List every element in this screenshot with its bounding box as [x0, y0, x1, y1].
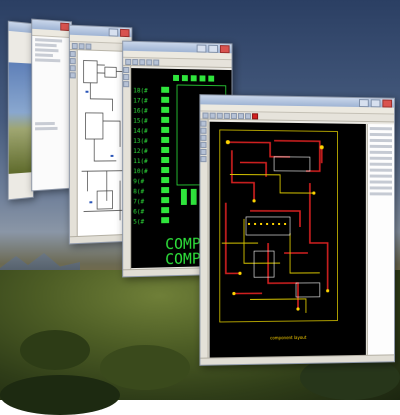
tool-icon[interactable]	[200, 156, 207, 163]
tool-icon[interactable]	[69, 50, 76, 58]
tree-item[interactable]	[35, 43, 57, 48]
layer-row[interactable]	[369, 144, 393, 149]
tool-icon[interactable]	[200, 141, 207, 148]
close-button[interactable]	[382, 99, 393, 108]
tool-icon[interactable]	[69, 65, 76, 72]
tree-item[interactable]	[35, 121, 55, 126]
layer-row[interactable]	[369, 156, 393, 160]
board-label: component layout	[270, 334, 307, 341]
tree-item[interactable]	[35, 38, 63, 43]
pcb-canvas[interactable]: component layout	[209, 121, 366, 358]
svg-text:9(#: 9(#	[133, 178, 144, 185]
svg-text:12(#: 12(#	[133, 148, 148, 155]
window-file-tree[interactable]	[31, 18, 73, 192]
svg-text:5(#: 5(#	[133, 218, 144, 225]
tool-icon[interactable]	[200, 134, 207, 141]
layer-row[interactable]	[369, 186, 393, 190]
tool-icon[interactable]	[146, 59, 153, 66]
svg-text:17(#: 17(#	[133, 97, 148, 104]
svg-text:6(#: 6(#	[133, 208, 144, 215]
tool-icon[interactable]	[69, 72, 76, 79]
layer-row[interactable]	[369, 168, 393, 172]
left-toolbar	[69, 49, 78, 238]
svg-text:16(#: 16(#	[133, 107, 148, 114]
minimize-button[interactable]	[196, 43, 207, 53]
tool-icon[interactable]	[216, 112, 223, 119]
layer-row[interactable]	[369, 192, 393, 196]
minimize-button[interactable]	[359, 98, 369, 107]
tool-icon[interactable]	[69, 58, 76, 65]
tool-icon[interactable]	[78, 43, 85, 50]
window-photo-viewer[interactable]	[7, 20, 34, 201]
tool-icon[interactable]	[245, 113, 252, 120]
svg-text:10(#: 10(#	[133, 168, 148, 175]
layer-row[interactable]	[369, 132, 393, 137]
maximize-button[interactable]	[370, 98, 381, 107]
svg-text:7(#: 7(#	[133, 198, 144, 205]
tool-icon[interactable]	[200, 120, 207, 127]
shrub	[100, 345, 190, 390]
tool-icon[interactable]	[125, 58, 132, 66]
toolbar	[123, 57, 232, 69]
tree-item[interactable]	[35, 48, 59, 53]
landscape-photo	[8, 62, 33, 174]
layer-row[interactable]	[369, 162, 393, 166]
layers-panel[interactable]	[366, 123, 395, 355]
tree-item[interactable]	[35, 58, 61, 63]
tool-icon[interactable]	[139, 59, 146, 66]
svg-text:14(#: 14(#	[133, 128, 148, 135]
left-toolbar	[200, 119, 209, 359]
layer-row[interactable]	[369, 180, 393, 184]
shrub	[0, 375, 120, 415]
tool-icon[interactable]	[71, 42, 78, 50]
tree-item[interactable]	[35, 53, 53, 58]
tool-icon[interactable]	[123, 81, 130, 88]
layer-row[interactable]	[369, 150, 393, 154]
footprint-reference-text: COMP COMP	[165, 235, 201, 269]
layer-row[interactable]	[369, 174, 393, 178]
toolbar	[200, 111, 395, 123]
stop-icon[interactable]	[252, 113, 259, 120]
svg-text:11(#: 11(#	[133, 158, 148, 165]
window-pcb-editor[interactable]: component layout	[199, 94, 395, 366]
svg-text:8(#: 8(#	[133, 188, 144, 195]
pcb-drawing	[210, 122, 366, 358]
footprint-label-line: COMP	[165, 249, 201, 269]
maximize-button[interactable]	[208, 44, 219, 53]
tool-icon[interactable]	[223, 112, 230, 119]
svg-text:15(#: 15(#	[133, 118, 148, 125]
layer-row[interactable]	[369, 127, 393, 131]
minimize-button[interactable]	[108, 27, 119, 37]
tool-icon[interactable]	[202, 112, 209, 119]
tool-icon[interactable]	[85, 43, 92, 50]
svg-text:18(#: 18(#	[133, 87, 148, 94]
left-toolbar	[123, 65, 132, 271]
tool-icon[interactable]	[200, 127, 207, 134]
tool-icon[interactable]	[153, 59, 160, 66]
tool-icon[interactable]	[230, 112, 237, 120]
svg-text:13(#: 13(#	[133, 138, 148, 145]
tree-item[interactable]	[35, 126, 58, 131]
tool-icon[interactable]	[132, 59, 139, 66]
tool-icon[interactable]	[123, 66, 130, 74]
close-button[interactable]	[120, 28, 130, 37]
shrub	[20, 330, 90, 370]
title-bar[interactable]	[8, 21, 33, 34]
tool-icon[interactable]	[209, 112, 216, 119]
close-button[interactable]	[219, 44, 230, 53]
tool-icon[interactable]	[123, 73, 130, 81]
tool-icon[interactable]	[237, 113, 245, 120]
tool-icon[interactable]	[200, 148, 207, 156]
layer-row[interactable]	[369, 138, 393, 143]
